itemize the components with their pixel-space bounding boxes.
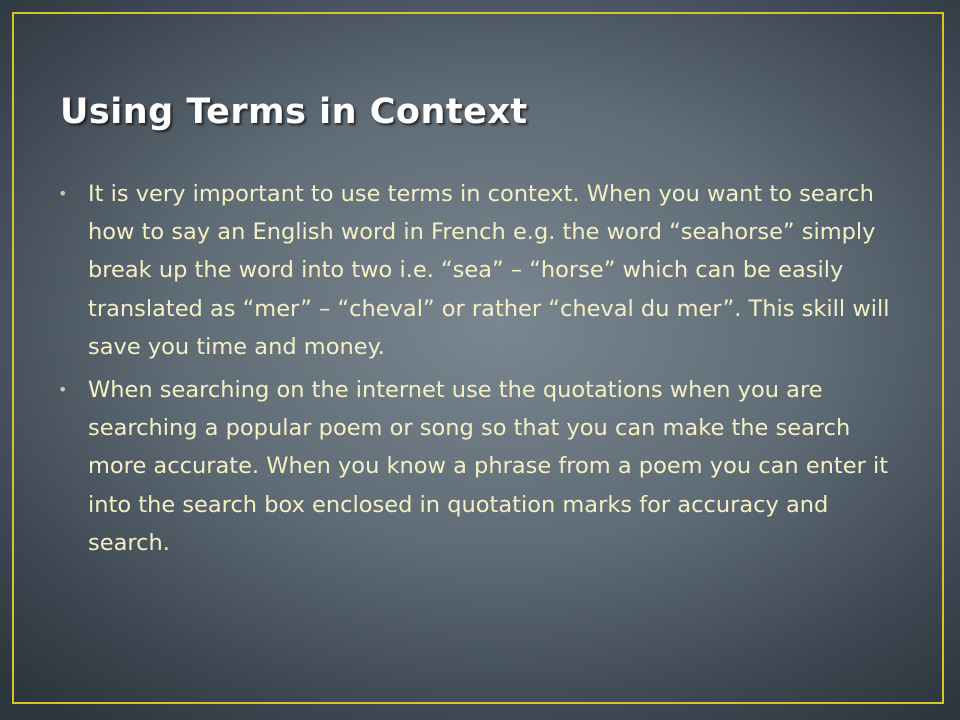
bullet-item: • It is very important to use terms in c… <box>58 175 908 366</box>
bullet-text: When searching on the internet use the q… <box>88 377 889 556</box>
bullet-text: It is very important to use terms in con… <box>88 181 890 360</box>
bullet-marker-icon: • <box>58 380 68 400</box>
bullet-item: • When searching on the internet use the… <box>58 371 908 562</box>
slide-title: Using Terms in Context <box>60 92 528 132</box>
bullet-marker-icon: • <box>58 184 68 203</box>
slide: Using Terms in Context • It is very impo… <box>0 0 960 720</box>
bullet-list: • It is very important to use terms in c… <box>58 175 908 567</box>
